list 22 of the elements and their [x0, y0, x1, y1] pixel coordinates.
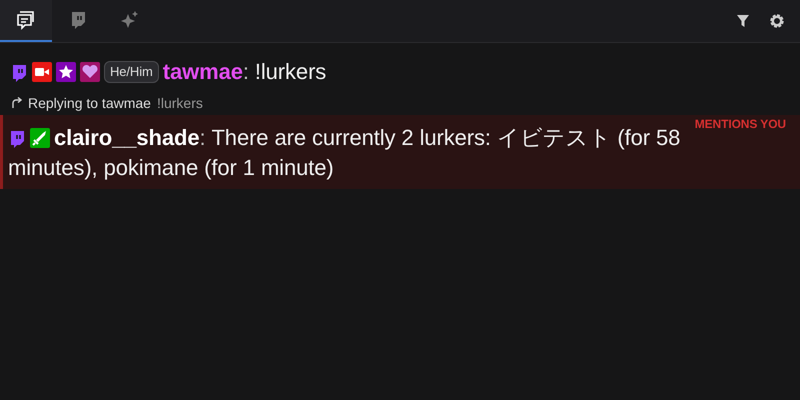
speech-bubble-icon	[69, 11, 87, 29]
separator: :	[242, 59, 249, 84]
settings-icon	[769, 13, 785, 29]
message-text: minutes), pokimane (for 1 minute)	[8, 154, 334, 182]
sword-icon	[30, 128, 50, 148]
mention-label: MENTIONS YOU	[694, 117, 786, 131]
message-text: There are currently 2 lurkers: イビテスト (for 58	[211, 125, 680, 150]
username[interactable]: tawmae	[162, 59, 243, 84]
separator: :	[199, 125, 206, 150]
reply-label: Replying to tawmae	[28, 95, 151, 111]
reply-icon	[10, 97, 22, 109]
filter-icon	[736, 14, 750, 28]
camera-icon	[32, 62, 52, 82]
message-text: !lurkers	[254, 59, 326, 84]
chat-icon	[16, 10, 36, 30]
sparkle-icon	[120, 10, 140, 30]
tab[interactable]	[0, 0, 52, 42]
reply-quote: !lurkers	[156, 95, 203, 111]
username[interactable]: clairo__shade	[54, 125, 200, 150]
pronoun-badge: He/Him	[104, 61, 159, 83]
speech-bubble-icon	[10, 64, 28, 82]
speech-bubble-icon	[8, 130, 26, 148]
